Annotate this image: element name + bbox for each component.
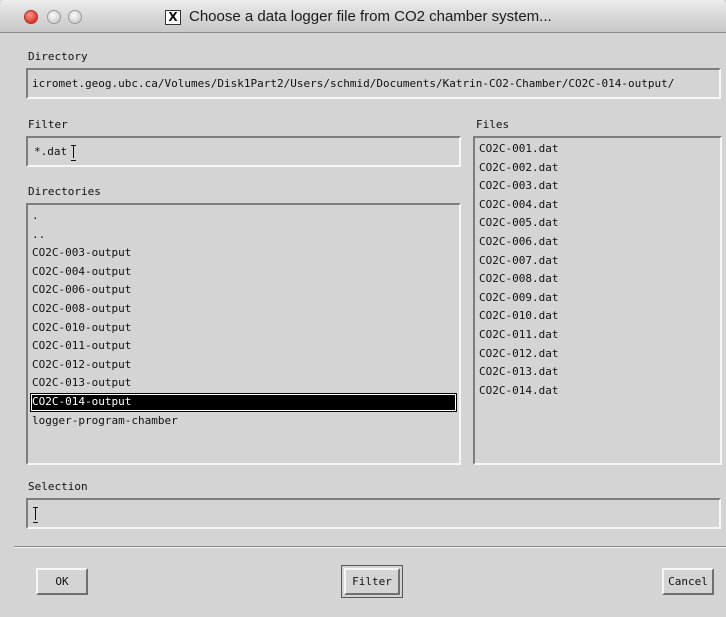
directory-list-item[interactable]: CO2C-014-output xyxy=(30,392,457,412)
filter-button[interactable]: Filter xyxy=(344,568,400,595)
filter-input[interactable]: *.dat xyxy=(26,136,461,167)
ok-button[interactable]: OK xyxy=(36,568,88,595)
files-list-items: CO2C-001.dat CO2C-002.dat CO2C-003.dat CO2C… xyxy=(477,140,718,400)
file-list-item[interactable]: CO2C-010.dat xyxy=(477,307,718,326)
button-area-divider xyxy=(14,546,726,548)
cancel-button[interactable]: Cancel xyxy=(662,568,714,595)
file-list-item[interactable]: CO2C-009.dat xyxy=(477,289,718,308)
directory-list-item[interactable]: CO2C-006-output xyxy=(30,281,457,300)
directory-list-item[interactable]: CO2C-012-output xyxy=(30,356,457,375)
directories-list[interactable]: ... CO2C-003-output CO2C-004-output CO2C-00… xyxy=(26,203,461,465)
files-list[interactable]: CO2C-001.dat CO2C-002.dat CO2C-003.dat CO2C… xyxy=(473,136,722,465)
title-bar[interactable]: X Choose a data logger file from CO2 cha… xyxy=(0,0,726,33)
file-list-item[interactable]: CO2C-003.dat xyxy=(477,177,718,196)
directory-label: Directory xyxy=(28,50,88,63)
file-list-item[interactable]: CO2C-007.dat xyxy=(477,252,718,271)
directory-list-item[interactable]: CO2C-011-output xyxy=(30,337,457,356)
file-list-item[interactable]: CO2C-005.dat xyxy=(477,214,718,233)
directory-list-item[interactable]: CO2C-004-output xyxy=(30,263,457,282)
text-cursor-icon xyxy=(33,507,39,523)
directory-path-text: icromet.geog.ubc.ca/Volumes/Disk1Part2/U… xyxy=(32,77,675,90)
close-window-button[interactable] xyxy=(24,10,38,24)
file-list-item[interactable]: CO2C-013.dat xyxy=(477,363,718,382)
directory-list-item[interactable]: CO2C-003-output xyxy=(30,244,457,263)
directories-list-items: ... CO2C-003-output CO2C-004-output CO2C-00… xyxy=(30,207,457,430)
filter-label: Filter xyxy=(28,118,68,131)
selection-input[interactable] xyxy=(26,498,721,529)
file-list-item[interactable]: CO2C-006.dat xyxy=(477,233,718,252)
directory-list-item[interactable]: .. xyxy=(30,226,457,245)
directory-list-item[interactable]: CO2C-013-output xyxy=(30,374,457,393)
minimize-window-button[interactable] xyxy=(47,10,61,24)
file-chooser-window: X Choose a data logger file from CO2 cha… xyxy=(0,0,726,617)
directory-list-item[interactable]: . xyxy=(30,207,457,226)
file-list-item[interactable]: CO2C-008.dat xyxy=(477,270,718,289)
file-list-item[interactable]: CO2C-014.dat xyxy=(477,382,718,401)
file-list-item[interactable]: CO2C-011.dat xyxy=(477,326,718,345)
file-list-item[interactable]: CO2C-004.dat xyxy=(477,196,718,215)
directory-field[interactable]: icromet.geog.ubc.ca/Volumes/Disk1Part2/U… xyxy=(26,68,721,99)
zoom-window-button[interactable] xyxy=(68,10,82,24)
file-list-item[interactable]: CO2C-002.dat xyxy=(477,159,718,178)
file-list-item[interactable]: CO2C-012.dat xyxy=(477,345,718,364)
directory-list-item[interactable]: logger-program-chamber xyxy=(30,412,457,431)
files-label: Files xyxy=(476,118,510,131)
filter-pattern-text: *.dat xyxy=(34,145,68,158)
directory-list-item[interactable]: CO2C-008-output xyxy=(30,300,457,319)
directory-list-item[interactable]: CO2C-010-output xyxy=(30,319,457,338)
selection-label: Selection xyxy=(28,480,88,493)
x11-app-icon: X xyxy=(165,10,181,25)
directories-label: Directories xyxy=(28,185,101,198)
file-list-item[interactable]: CO2C-001.dat xyxy=(477,140,718,159)
text-cursor-icon xyxy=(71,145,77,161)
window-title: Choose a data logger file from CO2 chamb… xyxy=(189,8,552,25)
